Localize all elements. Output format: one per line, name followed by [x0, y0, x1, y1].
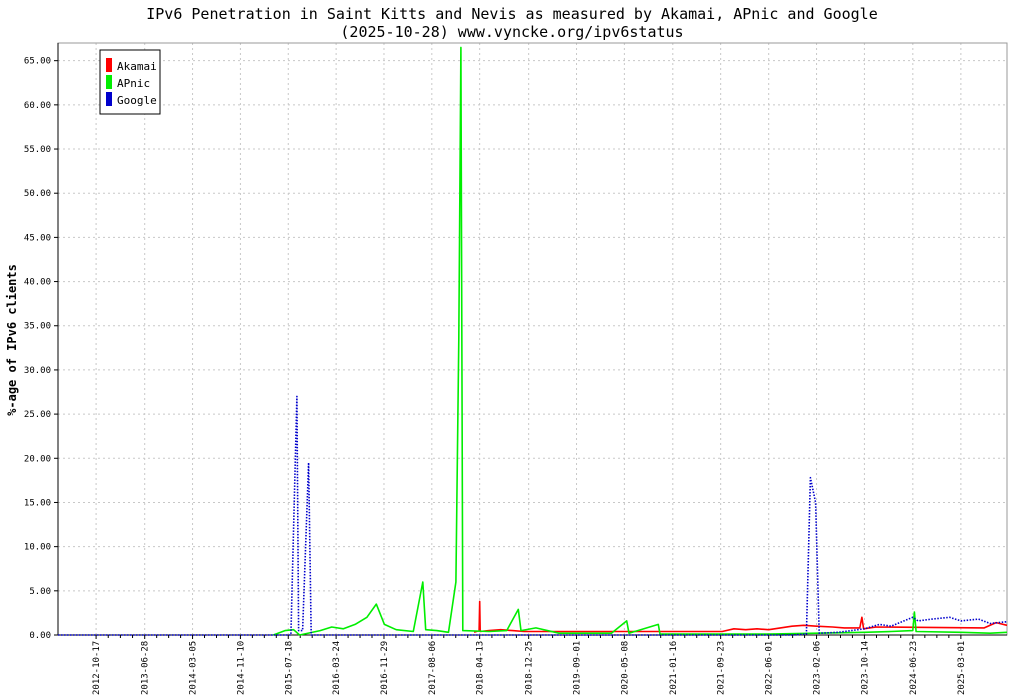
x-tick-label: 2024-06-23 — [909, 641, 919, 695]
x-tick-label: 2016-11-29 — [380, 641, 390, 695]
y-ticks: 0.00 5.00 10.00 15.00 20.00 25.00 30.00 35.00 40… — [24, 57, 58, 641]
x-tick-label: 2021-09-23 — [717, 641, 727, 695]
x-tick-label: 2025-03-01 — [957, 641, 967, 695]
legend-swatch-google — [106, 92, 112, 106]
legend-swatch-apnic — [106, 75, 112, 89]
x-tick-label: 2014-03-05 — [189, 641, 199, 695]
x-tick-label: 2019-09-01 — [573, 641, 583, 695]
x-tick-label: 2016-03-24 — [332, 641, 342, 695]
x-tick-label: 2023-02-06 — [813, 641, 823, 695]
y-tick-label: 20.00 — [24, 454, 51, 464]
y-tick-label: 15.00 — [24, 498, 51, 508]
y-tick-label: 5.00 — [29, 587, 51, 597]
y-tick-label: 25.00 — [24, 410, 51, 420]
y-tick-label: 35.00 — [24, 322, 51, 332]
y-axis-label: %-age of IPv6 clients — [5, 264, 19, 416]
x-tick-label: 2014-11-10 — [236, 641, 246, 695]
x-tick-label: 2020-05-08 — [620, 641, 630, 695]
x-tick-label: 2022-06-01 — [765, 641, 775, 695]
y-tick-label: 40.00 — [24, 278, 51, 288]
y-tick-label: 10.00 — [24, 543, 51, 553]
legend-label-apnic: APnic — [117, 77, 150, 90]
chart-svg: 0.00 5.00 10.00 15.00 20.00 25.00 30.00 35.00 40… — [5, 42, 1008, 695]
x-tick-label: 2013-06-28 — [141, 641, 151, 695]
x-ticks: 2012-10-17 2013-06-28 2014-03-05 2014-11-10… — [92, 635, 967, 695]
legend-label-akamai: Akamai — [117, 60, 157, 73]
y-tick-label: 50.00 — [24, 189, 51, 199]
x-tick-label: 2015-07-18 — [284, 641, 294, 695]
x-tick-label: 2018-04-13 — [476, 641, 486, 695]
grid — [58, 43, 1007, 635]
x-tick-label: 2017-08-06 — [428, 641, 438, 695]
x-tick-label: 2018-12-25 — [525, 641, 535, 695]
series-line-akamai — [473, 600, 1008, 634]
y-tick-label: 65.00 — [24, 57, 51, 67]
y-tick-label: 0.00 — [29, 631, 51, 641]
y-tick-label: 60.00 — [24, 101, 51, 111]
x-tick-label: 2021-01-16 — [669, 641, 679, 695]
y-tick-label: 30.00 — [24, 366, 51, 376]
x-tick-label: 2023-10-14 — [860, 641, 870, 695]
legend-swatch-akamai — [106, 58, 112, 72]
x-tick-label: 2012-10-17 — [92, 641, 102, 695]
y-tick-label: 55.00 — [24, 145, 51, 155]
legend-label-google: Google — [117, 94, 157, 107]
chart-frame: IPv6 Penetration in Saint Kitts and Nevi… — [0, 0, 1024, 700]
legend: Akamai APnic Google — [99, 49, 161, 115]
y-tick-label: 45.00 — [24, 233, 51, 243]
